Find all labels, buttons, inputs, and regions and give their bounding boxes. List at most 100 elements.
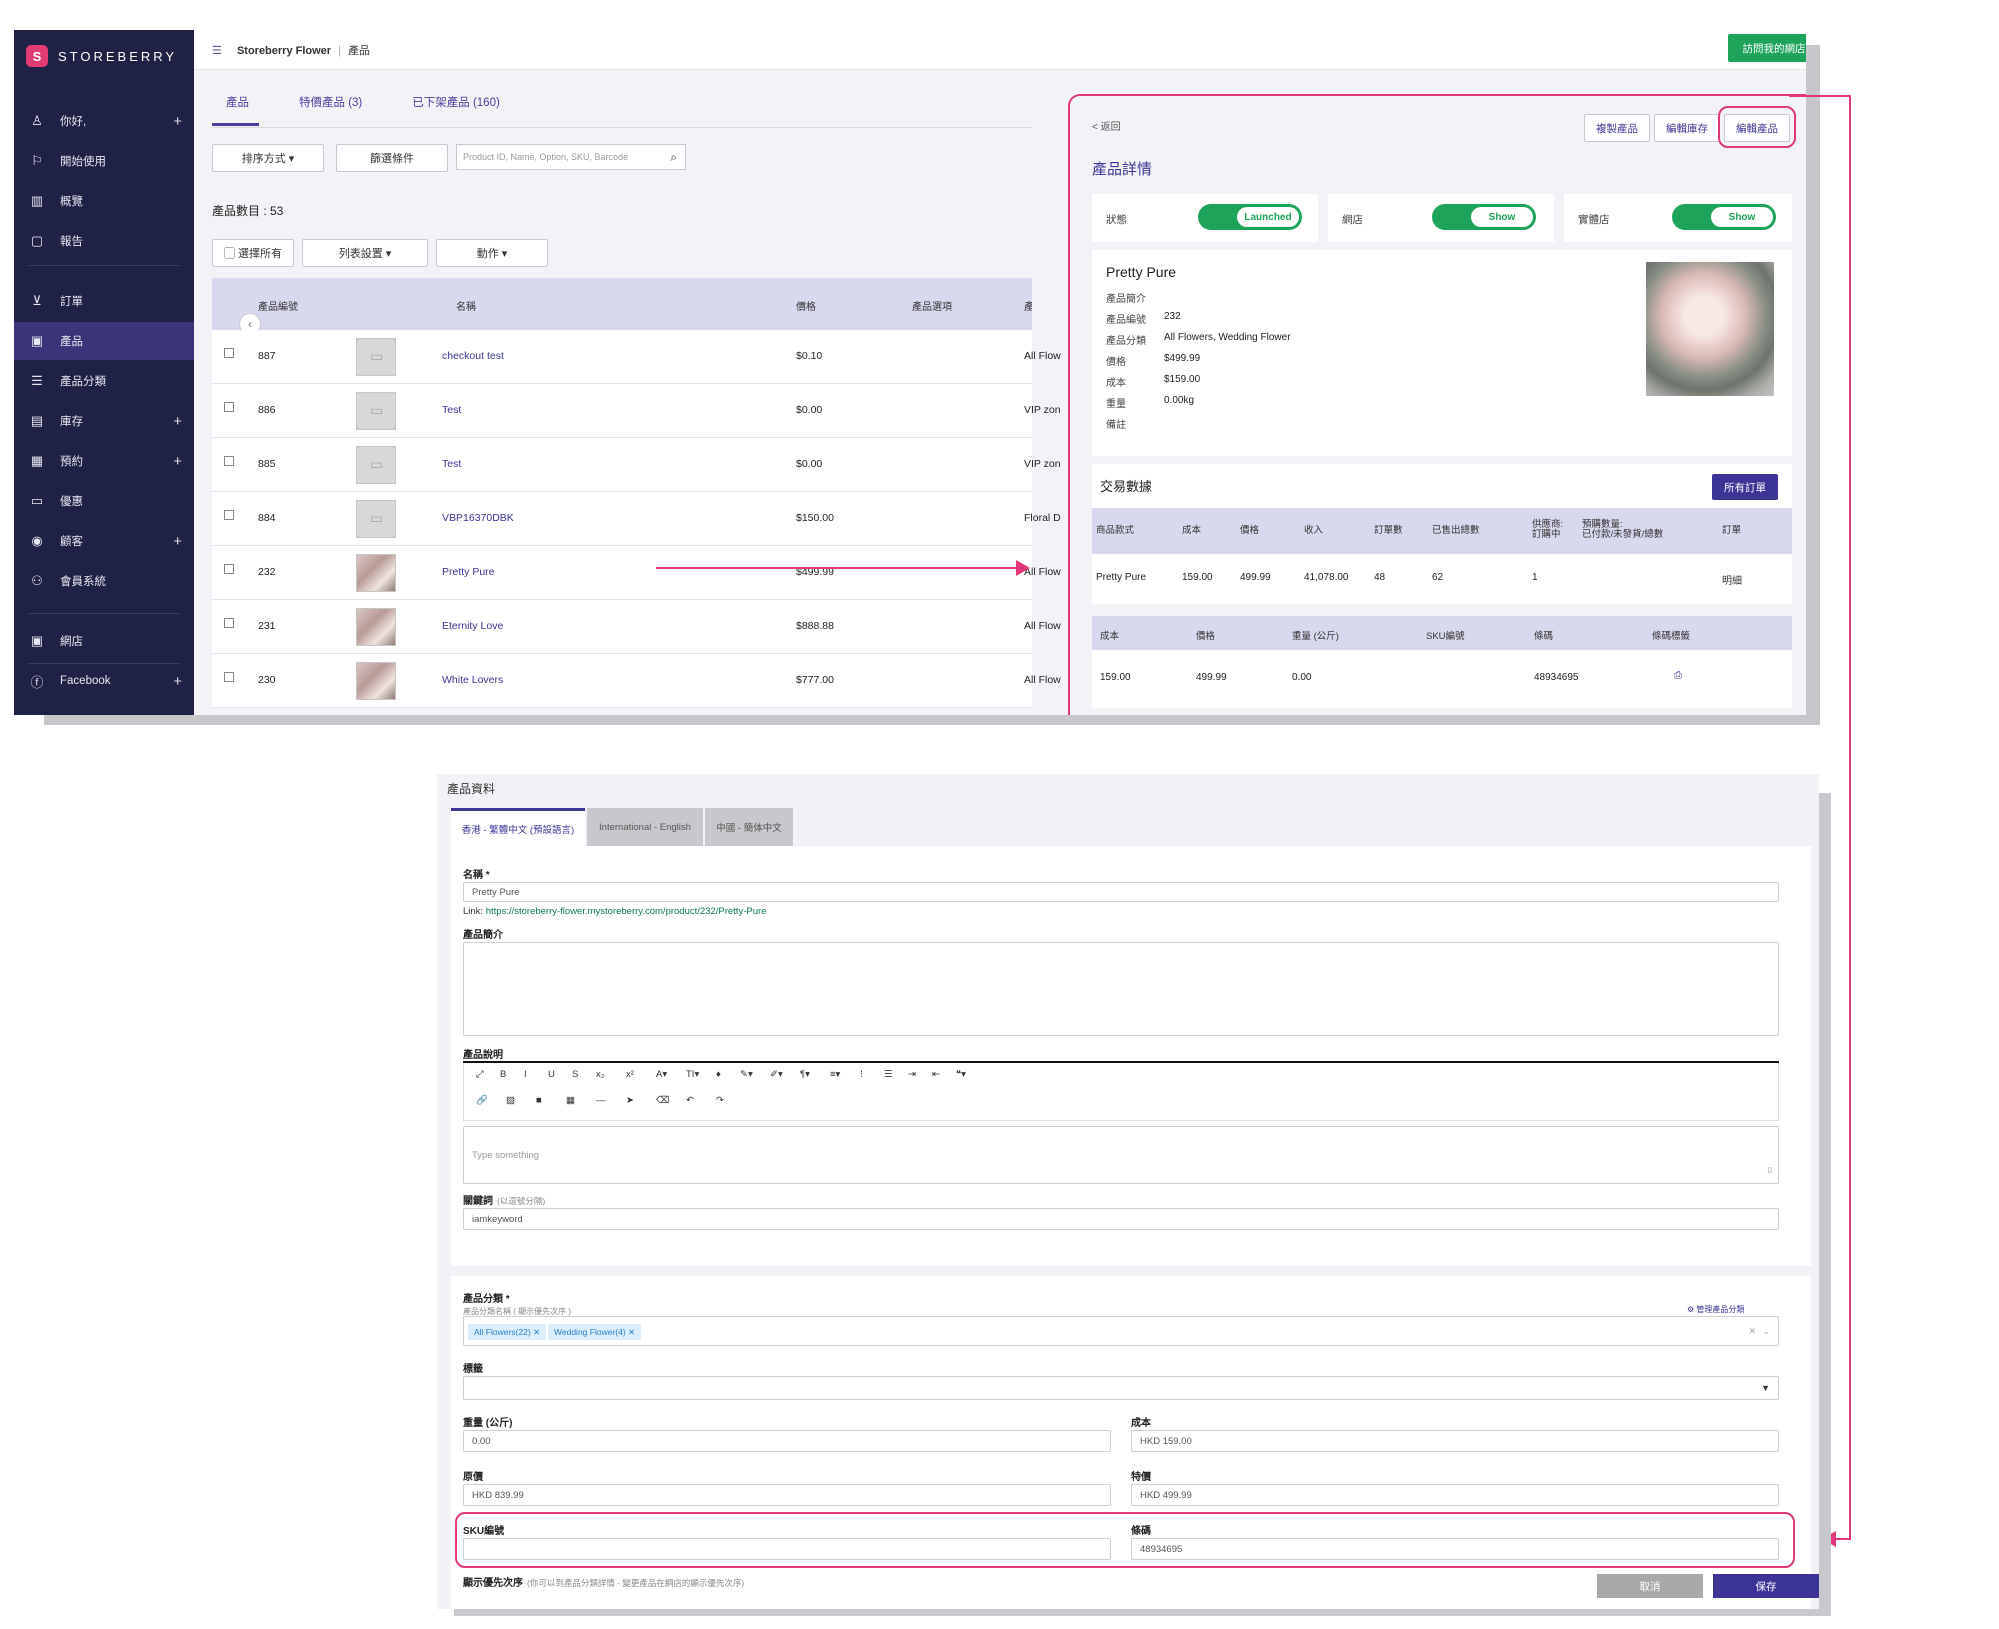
row-product-name[interactable]: Test (442, 404, 461, 416)
row-product-name[interactable]: Eternity Love (442, 620, 503, 632)
list-settings-button[interactable]: 列表設置 ▾ (302, 239, 428, 267)
table-row[interactable]: 232 Pretty Pure $499.99 All Flow (212, 546, 1061, 600)
retail-toggle[interactable]: Show (1672, 204, 1776, 230)
save-button[interactable]: 保存 (1713, 1574, 1819, 1598)
row-checkbox[interactable] (224, 618, 234, 628)
tag-select[interactable]: ▼ (463, 1376, 1779, 1400)
row-product-name[interactable]: checkout test (442, 350, 504, 362)
expand-plus-icon[interactable]: + (173, 453, 182, 470)
hr-icon[interactable]: — (596, 1095, 606, 1106)
sale-price-input[interactable]: HKD 499.99 (1131, 1484, 1779, 1506)
image-icon[interactable]: ▨ (506, 1095, 515, 1106)
breadcrumb-store[interactable]: Storeberry Flower (237, 45, 331, 57)
highlight-icon[interactable]: ✐▾ (770, 1069, 783, 1080)
align-icon[interactable]: ≡▾ (830, 1069, 840, 1080)
filter-button[interactable]: 篩選條件 (336, 144, 448, 172)
weight-input[interactable]: 0.00 (463, 1430, 1111, 1452)
editor-body[interactable]: Type something 0 (463, 1126, 1779, 1184)
name-input[interactable]: Pretty Pure (463, 882, 1779, 902)
row-product-name[interactable]: VBP16370DBK (442, 512, 514, 524)
indent-icon[interactable]: ⇥ (908, 1069, 916, 1080)
link-icon[interactable]: 🔗 (476, 1095, 488, 1106)
text-height-icon[interactable]: TI▾ (686, 1069, 699, 1080)
category-select[interactable]: All Flowers(22) ✕ Wedding Flower(4) ✕ ✕ … (463, 1316, 1779, 1346)
status-toggle[interactable]: Launched (1198, 204, 1302, 230)
sidebar-item-4[interactable]: ⊻ 訂單 (14, 282, 194, 320)
paragraph-icon[interactable]: ¶▾ (800, 1069, 810, 1080)
col-product-id[interactable]: 產品編號 (258, 298, 298, 313)
video-icon[interactable]: ■ (536, 1095, 542, 1106)
tab-lang-en[interactable]: International - English (587, 808, 703, 846)
redo-icon[interactable]: ↷ (716, 1095, 724, 1106)
manage-category-link[interactable]: ⚙ 管理產品分類 (1687, 1304, 1744, 1315)
tab-lang-zh-hk[interactable]: 香港 - 繁體中文 (預設語言) (451, 808, 585, 846)
table-row[interactable]: 886 Test $0.00 VIP zon (212, 384, 1061, 438)
row-product-name[interactable]: Pretty Pure (442, 566, 495, 578)
table-icon[interactable]: ▦ (566, 1095, 575, 1106)
expand-plus-icon[interactable]: + (173, 413, 182, 430)
sidebar-item-2[interactable]: ▥ 概覽 (14, 182, 194, 220)
sidebar-item-6[interactable]: ☰ 產品分類 (14, 362, 194, 400)
row-checkbox[interactable] (224, 672, 234, 682)
expand-icon[interactable]: ⤢ (476, 1069, 484, 1080)
subscript-icon[interactable]: x₂ (596, 1069, 604, 1080)
bullet-list-icon[interactable]: ☰ (884, 1069, 893, 1080)
cost-input[interactable]: HKD 159.00 (1131, 1430, 1779, 1452)
table-row[interactable]: 230 White Lovers $777.00 All Flow (212, 654, 1061, 708)
table-row[interactable]: 884 VBP16370DBK $150.00 Floral D (212, 492, 1061, 546)
sidebar-item-12[interactable]: ▣ 網店 (14, 622, 194, 660)
chip-remove-icon[interactable]: ✕ (628, 1327, 635, 1338)
sidebar-item-9[interactable]: ▭ 優惠 (14, 482, 194, 520)
back-link[interactable]: < 返回 (1092, 118, 1121, 133)
original-price-input[interactable]: HKD 839.99 (463, 1484, 1111, 1506)
strikethrough-icon[interactable]: S (572, 1069, 578, 1080)
italic-icon[interactable]: I (524, 1069, 527, 1080)
row-checkbox[interactable] (224, 564, 234, 574)
sidebar-item-1[interactable]: ⚐ 開始使用 (14, 142, 194, 180)
chip-remove-icon[interactable]: ✕ (533, 1327, 540, 1338)
sidebar-item-7[interactable]: ▤ 庫存 + (14, 402, 194, 440)
row-checkbox[interactable] (224, 402, 234, 412)
outdent-icon[interactable]: ⇤ (932, 1069, 940, 1080)
sort-button[interactable]: 排序方式 ▾ (212, 144, 324, 172)
print-barcode-icon[interactable]: ⎙ (1674, 670, 1682, 681)
category-chip-all-flowers[interactable]: All Flowers(22) ✕ (468, 1324, 547, 1340)
superscript-icon[interactable]: x² (626, 1069, 634, 1080)
tab-lang-zh-cn[interactable]: 中國 - 簡体中文 (705, 808, 793, 846)
tab-products[interactable]: 產品 (212, 90, 259, 126)
brand[interactable]: S STOREBERRY (26, 42, 177, 70)
row-checkbox[interactable] (224, 348, 234, 358)
chevron-down-icon[interactable]: ⌄ (1762, 1326, 1770, 1337)
table-row[interactable]: 885 Test $0.00 VIP zon (212, 438, 1061, 492)
cursor-icon[interactable]: ➤ (626, 1095, 634, 1106)
quote-icon[interactable]: ❝▾ (956, 1069, 966, 1080)
search-icon[interactable]: ⌕ (670, 150, 677, 165)
undo-icon[interactable]: ↶ (686, 1095, 694, 1106)
underline-icon[interactable]: U (548, 1069, 555, 1080)
col-price[interactable]: 價格 (796, 298, 816, 313)
sidebar-item-13[interactable]: ⓕ Facebook + (14, 662, 194, 700)
expand-plus-icon[interactable]: + (173, 113, 182, 130)
expand-plus-icon[interactable]: + (173, 533, 182, 550)
product-url[interactable]: https://storeberry-flower.mystoreberry.c… (486, 906, 767, 917)
brush-icon[interactable]: ✎▾ (740, 1069, 753, 1080)
menu-toggle-icon[interactable]: ☰ (212, 45, 222, 57)
table-row[interactable]: 887 checkout test $0.10 All Flow (212, 330, 1061, 384)
category-chip-wedding-flower[interactable]: Wedding Flower(4) ✕ (548, 1324, 642, 1340)
tab-special-products[interactable]: 特價產品 (3) (285, 90, 372, 126)
color-icon[interactable]: ♦ (716, 1069, 721, 1080)
row-checkbox[interactable] (224, 510, 234, 520)
sidebar-item-0[interactable]: ♙ 你好, + (14, 102, 194, 140)
sidebar-item-3[interactable]: ▢ 報告 (14, 222, 194, 260)
tab-delisted-products[interactable]: 已下架產品 (160) (398, 90, 510, 126)
expand-plus-icon[interactable]: + (173, 673, 182, 690)
bold-icon[interactable]: B (500, 1069, 506, 1080)
col-name[interactable]: 名稱 (456, 298, 476, 313)
sidebar-item-14[interactable]: ◌FB Messenger (14, 702, 194, 716)
actions-button[interactable]: 動作 ▾ (436, 239, 548, 267)
sidebar-item-5[interactable]: ▣ 產品 (14, 322, 194, 360)
webshop-toggle[interactable]: Show (1432, 204, 1536, 230)
sidebar-item-8[interactable]: ▦ 預約 + (14, 442, 194, 480)
row-product-name[interactable]: Test (442, 458, 461, 470)
visit-shop-button[interactable]: 訪問我的網店 (1728, 34, 1806, 62)
